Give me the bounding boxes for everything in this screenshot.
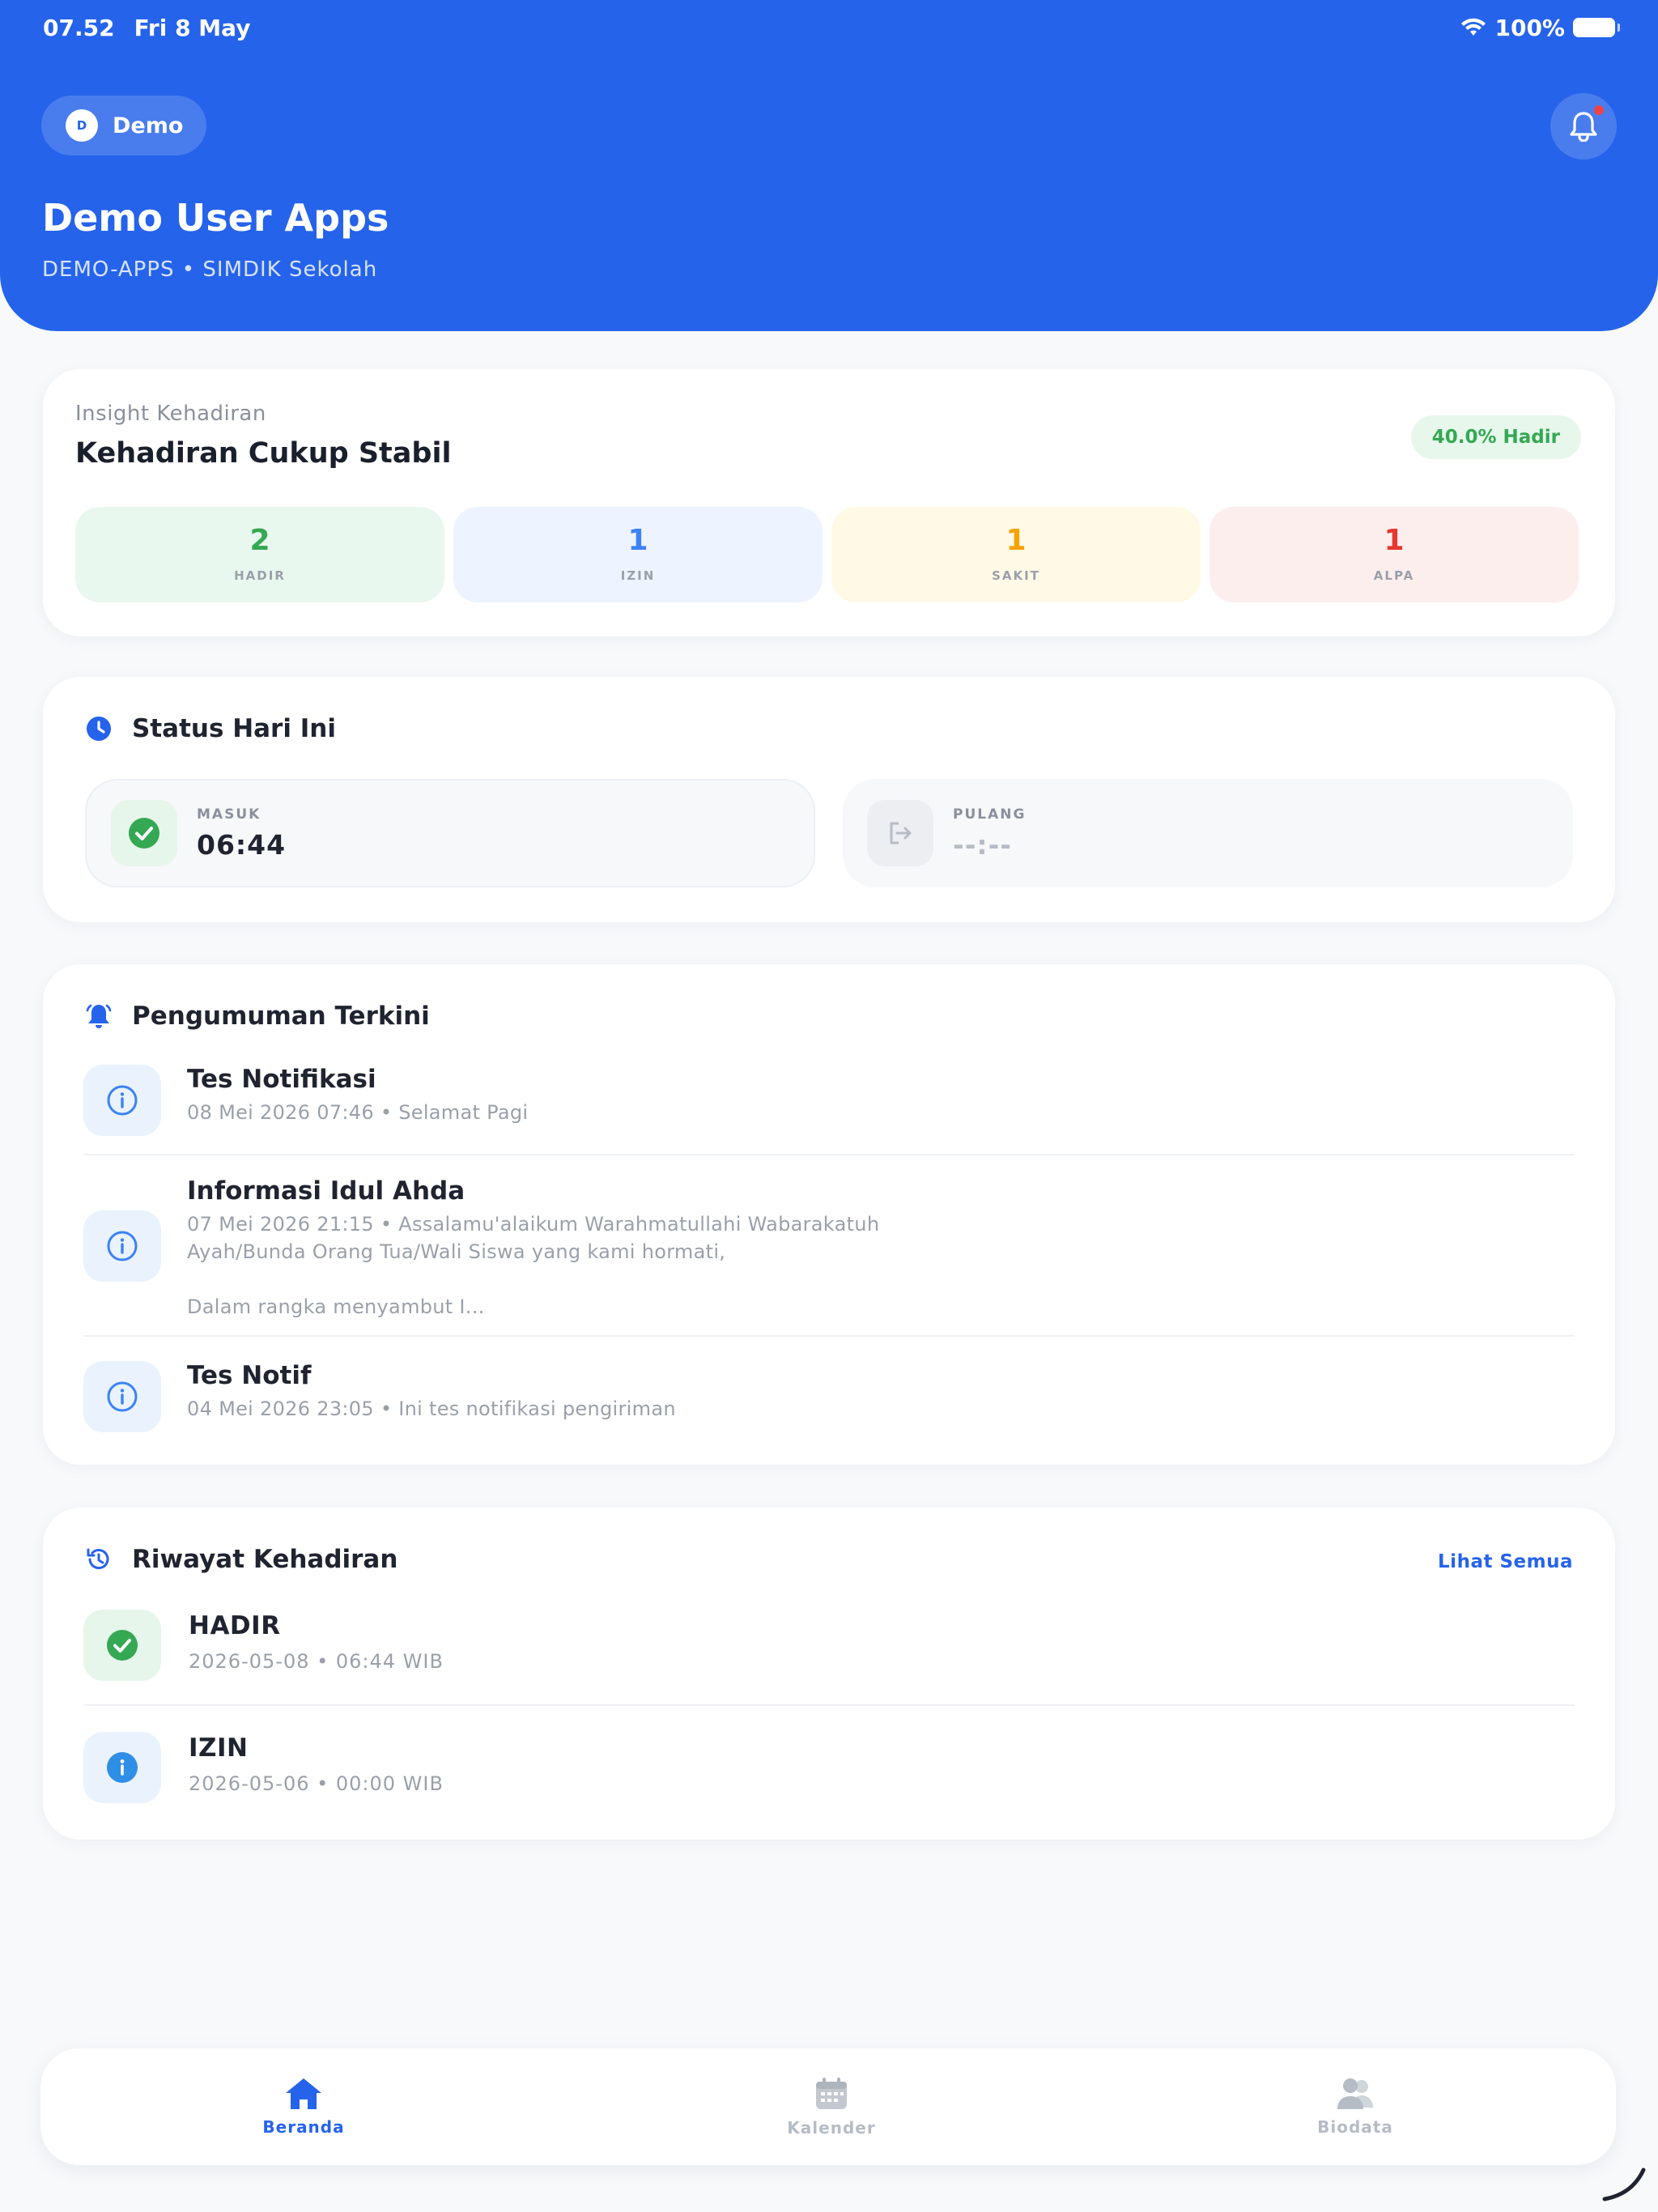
see-all-link[interactable]: Lihat Semua xyxy=(1438,1551,1573,1572)
history-status-icon-box xyxy=(83,1610,161,1681)
check-in-label: MASUK xyxy=(197,806,261,823)
stat-label: IZIN xyxy=(620,568,656,583)
wifi-icon xyxy=(1461,18,1486,36)
battery-icon xyxy=(1573,18,1620,37)
stat-alpa: 1 ALPA xyxy=(1209,507,1579,602)
history-meta: 2026-05-08 • 06:44 WIB xyxy=(189,1650,444,1673)
page-title: Demo User Apps xyxy=(42,196,389,240)
announcement-title: Tes Notifikasi xyxy=(187,1065,376,1094)
stat-label: ALPA xyxy=(1373,568,1415,583)
stat-value: 1 xyxy=(1005,524,1027,557)
check-circle-icon xyxy=(107,1630,138,1661)
nav-label: Beranda xyxy=(262,2117,345,2137)
home-icon xyxy=(286,2078,321,2109)
history-status-icon-box xyxy=(83,1732,161,1803)
battery-percent: 100% xyxy=(1494,14,1565,41)
notification-dot xyxy=(1594,105,1604,115)
check-out-label: PULANG xyxy=(953,806,1027,823)
announcement-title: Tes Notif xyxy=(187,1361,312,1390)
history-icon xyxy=(87,1548,109,1570)
bottom-navigation: Beranda Kalender Biodata xyxy=(40,2048,1616,2165)
history-status: HADIR xyxy=(189,1611,281,1640)
insight-eyebrow: Insight Kehadiran xyxy=(75,402,266,426)
check-out-time: --:-- xyxy=(953,828,1012,861)
attendance-history-card: Riwayat Kehadiran Lihat Semua HADIR 2026… xyxy=(43,1508,1615,1840)
announcement-icon-box xyxy=(83,1361,161,1432)
stat-izin: 1 IZIN xyxy=(453,507,823,602)
divider xyxy=(83,1335,1575,1337)
check-in-box: MASUK 06:44 xyxy=(85,779,815,887)
announcement-item[interactable]: Tes Notifikasi 08 Mei 2026 07:46 • Selam… xyxy=(83,1065,1575,1138)
insight-title: Kehadiran Cukup Stabil xyxy=(75,437,452,470)
app-header: 07.52 Fri 8 May 100% D Demo Demo User Ap… xyxy=(0,0,1658,331)
stat-label: HADIR xyxy=(234,568,286,583)
divider xyxy=(83,1154,1575,1155)
clock-icon xyxy=(87,717,111,741)
nav-label: Kalender xyxy=(787,2118,876,2138)
stat-hadir: 2 HADIR xyxy=(75,507,444,602)
announcement-title: Informasi Idul Ahda xyxy=(187,1176,466,1206)
today-status-title: Status Hari Ini xyxy=(132,714,336,743)
announcement-meta: 08 Mei 2026 07:46 • Selamat Pagi xyxy=(187,1101,529,1124)
stat-value: 1 xyxy=(1384,524,1405,557)
history-title: Riwayat Kehadiran xyxy=(132,1545,398,1574)
users-icon xyxy=(1337,2078,1373,2109)
stat-value: 2 xyxy=(249,524,270,557)
profile-chip[interactable]: D Demo xyxy=(41,96,206,155)
calendar-icon xyxy=(816,2078,847,2109)
announcements-title: Pengumuman Terkini xyxy=(132,1002,430,1031)
check-out-icon-box xyxy=(867,800,933,866)
notification-button[interactable] xyxy=(1550,93,1617,160)
nav-tab-biodata[interactable]: Biodata xyxy=(1274,2048,1436,2165)
history-status: IZIN xyxy=(189,1733,249,1763)
info-circle-icon xyxy=(107,1752,138,1783)
announcement-icon-box xyxy=(83,1065,161,1136)
profile-chip-label: Demo xyxy=(113,113,184,138)
attendance-percent-badge: 40.0% Hadir xyxy=(1410,415,1581,459)
history-header: Riwayat Kehadiran xyxy=(85,1545,397,1574)
check-in-icon-box xyxy=(111,800,177,866)
stat-label: SAKIT xyxy=(992,568,1040,583)
announcements-card: Pengumuman Terkini Tes Notifikasi 08 Mei… xyxy=(43,964,1615,1465)
info-outline-icon xyxy=(107,1085,138,1116)
announcements-header: Pengumuman Terkini xyxy=(85,1002,430,1031)
bell-icon xyxy=(1570,112,1597,142)
today-status-card: Status Hari Ini MASUK 06:44 PULANG --:-- xyxy=(43,677,1615,922)
announcement-item[interactable]: Tes Notif 04 Mei 2026 23:05 • Ini tes no… xyxy=(83,1361,1575,1434)
history-meta: 2026-05-06 • 00:00 WIB xyxy=(189,1772,444,1795)
nav-label: Biodata xyxy=(1317,2117,1393,2137)
status-bar: 07.52 Fri 8 May 100% xyxy=(43,11,1620,44)
profile-initial-avatar: D xyxy=(66,109,98,142)
check-circle-icon xyxy=(129,818,159,849)
stat-sakit: 1 SAKIT xyxy=(831,507,1201,602)
divider xyxy=(83,1704,1575,1706)
announcement-icon-box xyxy=(83,1210,161,1282)
today-status-header: Status Hari Ini xyxy=(85,714,336,743)
status-date: Fri 8 May xyxy=(134,14,251,41)
check-in-time: 06:44 xyxy=(197,828,287,861)
info-outline-icon xyxy=(107,1231,138,1261)
attendance-insight-card: Insight Kehadiran Kehadiran Cukup Stabil… xyxy=(43,369,1615,636)
bell-ring-icon xyxy=(86,1004,112,1028)
nav-tab-kalender[interactable]: Kalender xyxy=(750,2048,912,2165)
logout-icon xyxy=(890,822,912,844)
announcement-meta: 07 Mei 2026 21:15 • Assalamu'alaikum War… xyxy=(187,1213,880,1318)
nav-tab-beranda[interactable]: Beranda xyxy=(223,2048,385,2165)
stat-value: 1 xyxy=(627,524,648,557)
announcement-item[interactable]: Informasi Idul Ahda 07 Mei 2026 21:15 • … xyxy=(83,1176,1575,1318)
info-outline-icon xyxy=(107,1381,138,1412)
home-indicator-icon xyxy=(1602,2167,1646,2201)
status-time: 07.52 xyxy=(43,14,115,41)
announcement-meta: 04 Mei 2026 23:05 • Ini tes notifikasi p… xyxy=(187,1397,676,1420)
check-out-box: PULANG --:-- xyxy=(843,779,1573,887)
page-subtitle: DEMO-APPS • SIMDIK Sekolah xyxy=(42,257,378,282)
